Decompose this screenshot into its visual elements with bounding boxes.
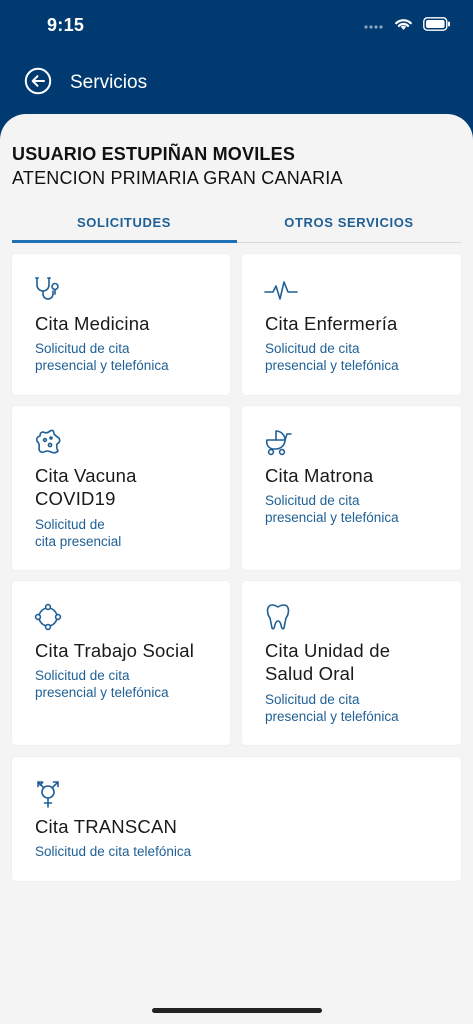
card-title: Cita TRANSCAN (35, 816, 178, 837)
stethoscope-icon (34, 276, 62, 304)
heartbeat-icon (264, 276, 298, 304)
card-cita-salud-oral[interactable]: Cita Unidad de Salud Oral Solicitud de c… (242, 581, 461, 745)
card-cita-trabajo-social[interactable]: Cita Trabajo Social Solicitud de cita pr… (12, 581, 230, 745)
user-name: USUARIO ESTUPIÑAN MOVILES (12, 144, 296, 164)
card-title: Cita Unidad de Salud Oral (265, 640, 391, 684)
home-indicator[interactable] (152, 1008, 322, 1013)
card-cita-enfermeria[interactable]: Cita Enfermería Solicitud de cita presen… (242, 254, 461, 395)
tab-solicitudes[interactable]: SOLICITUDES (12, 202, 236, 242)
status-time: 9:15 (47, 15, 85, 35)
status-bar: 9:15 (0, 0, 473, 50)
transgender-icon (34, 779, 62, 808)
card-subtitle: Solicitud de cita presencial (35, 517, 122, 549)
card-subtitle: Solicitud de cita presencial y telefónic… (265, 493, 399, 525)
baby-carriage-icon (264, 428, 292, 456)
card-subtitle: Solicitud de cita presencial y telefónic… (35, 341, 169, 373)
app-bar: Servicios (0, 58, 473, 108)
page-title: Servicios (70, 72, 148, 93)
card-cita-medicina[interactable]: Cita Medicina Solicitud de cita presenci… (12, 254, 230, 395)
tooth-icon (264, 603, 292, 631)
card-cita-matrona[interactable]: Cita Matrona Solicitud de cita presencia… (242, 406, 461, 570)
wifi-icon (394, 17, 413, 36)
tab-bar: SOLICITUDES OTROS SERVICIOS (12, 202, 461, 244)
tab-otros-servicios[interactable]: OTROS SERVICIOS (237, 202, 461, 242)
card-title: Cita Vacuna COVID19 (35, 465, 137, 509)
tab-active-indicator (12, 240, 237, 243)
battery-icon (423, 17, 451, 36)
content-sheet: USUARIO ESTUPIÑAN MOVILES ATENCION PRIMA… (0, 114, 473, 1024)
social-circle-icon (34, 603, 62, 631)
signal-icon (364, 18, 384, 36)
card-cita-vacuna-covid19[interactable]: Cita Vacuna COVID19 Solicitud de cita pr… (12, 406, 230, 570)
back-arrow-icon (24, 67, 52, 100)
virus-icon (34, 428, 62, 456)
card-title: Cita Matrona (265, 465, 374, 486)
status-icons (364, 17, 451, 36)
card-title: Cita Medicina (35, 313, 150, 334)
health-center-name: ATENCION PRIMARIA GRAN CANARIA (12, 168, 343, 188)
card-cita-transcan[interactable]: Cita TRANSCAN Solicitud de cita telefóni… (12, 757, 461, 881)
card-title: Cita Trabajo Social (35, 640, 195, 661)
card-title: Cita Enfermería (265, 313, 398, 334)
card-subtitle: Solicitud de cita presencial y telefónic… (265, 692, 399, 724)
back-button[interactable] (24, 67, 52, 100)
card-subtitle: Solicitud de cita presencial y telefónic… (265, 341, 399, 373)
card-subtitle: Solicitud de cita presencial y telefónic… (35, 668, 169, 700)
card-subtitle: Solicitud de cita telefónica (35, 844, 192, 859)
